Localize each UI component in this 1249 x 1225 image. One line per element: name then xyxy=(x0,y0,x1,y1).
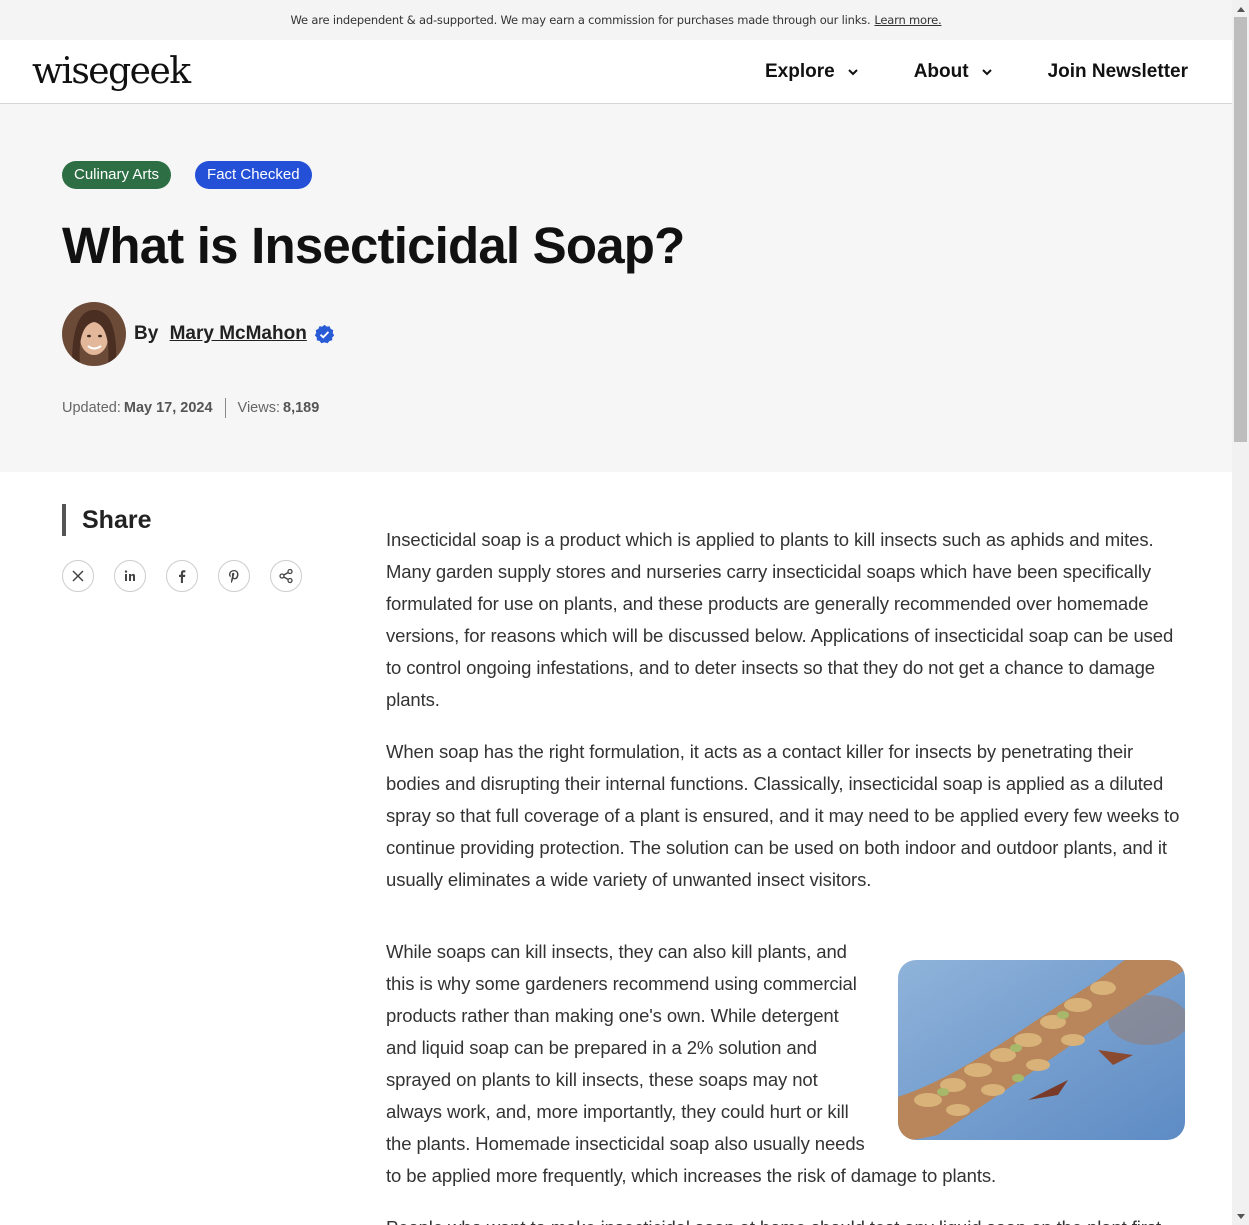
nav-about[interactable]: About xyxy=(914,61,993,83)
linkedin-icon xyxy=(124,570,135,581)
meta-divider xyxy=(224,398,226,418)
updated-label: Updated: xyxy=(62,400,121,416)
tag-list: Culinary Arts Fact Checked xyxy=(62,161,1170,189)
share-x-button[interactable] xyxy=(62,560,94,592)
site-header: wisegeek Explore About Join Newsletter xyxy=(0,40,1232,104)
chevron-down-icon xyxy=(981,68,992,75)
author-name-link[interactable]: Mary McMahon xyxy=(170,323,307,344)
nav-explore[interactable]: Explore xyxy=(765,61,859,83)
share-icon xyxy=(279,568,293,584)
x-icon xyxy=(72,570,84,582)
author-row: By Mary McMahon xyxy=(62,302,1170,366)
nav-explore-label: Explore xyxy=(764,60,835,82)
share-pinterest-button[interactable] xyxy=(218,560,250,592)
byline-prefix: By xyxy=(134,323,164,344)
disclosure-text: We are independent & ad-supported. We ma… xyxy=(290,13,871,27)
share-heading: Share xyxy=(62,504,322,536)
verified-icon xyxy=(314,324,334,343)
site-logo[interactable]: wisegeek xyxy=(32,51,191,92)
nav-join-newsletter-label: Join Newsletter xyxy=(1047,60,1188,82)
share-linkedin-button[interactable] xyxy=(114,560,146,592)
article-body: Insecticidal soap is a product which is … xyxy=(386,524,1188,1225)
chevron-down-icon xyxy=(847,68,858,75)
scrollbar-thumb[interactable] xyxy=(1234,17,1247,442)
learn-more-link[interactable]: Learn more. xyxy=(874,13,941,27)
share-more-button[interactable] xyxy=(270,560,302,592)
article-title: What is Insecticidal Soap? xyxy=(62,217,685,274)
share-facebook-button[interactable] xyxy=(166,560,198,592)
nav-about-label: About xyxy=(913,60,969,82)
byline: By Mary McMahon xyxy=(134,323,307,345)
disclosure-bar: We are independent & ad-supported. We ma… xyxy=(0,0,1232,40)
main-nav: Explore About Join Newsletter xyxy=(710,61,1188,83)
vertical-scrollbar[interactable] xyxy=(1232,0,1249,1225)
share-panel: Share xyxy=(62,504,322,592)
page: We are independent & ad-supported. We ma… xyxy=(0,0,1232,1225)
facebook-icon xyxy=(179,570,186,583)
share-icons xyxy=(62,560,322,592)
scroll-up-arrow-icon[interactable] xyxy=(1232,0,1249,17)
article-hero: Culinary Arts Fact Checked What is Insec… xyxy=(0,104,1232,472)
aphids-on-stem-image xyxy=(898,960,1185,1140)
category-tag[interactable]: Culinary Arts xyxy=(62,161,172,189)
article-paragraph: Insecticidal soap is a product which is … xyxy=(386,529,1174,710)
article-paragraph: People who want to make insecticidal soa… xyxy=(386,1212,1188,1225)
nav-join-newsletter[interactable]: Join Newsletter xyxy=(1048,61,1188,83)
views-label: Views: xyxy=(237,400,280,416)
pinterest-icon xyxy=(229,570,239,583)
fact-checked-badge[interactable]: Fact Checked xyxy=(195,161,312,189)
scroll-down-arrow-icon[interactable] xyxy=(1232,1208,1249,1225)
author-avatar[interactable] xyxy=(62,302,126,366)
views-count: 8,189 xyxy=(283,400,320,416)
article-meta: Updated: May 17, 2024 Views: 8,189 xyxy=(62,398,1170,418)
article-paragraph: When soap has the right formulation, it … xyxy=(386,741,1180,890)
updated-date: May 17, 2024 xyxy=(123,400,213,416)
